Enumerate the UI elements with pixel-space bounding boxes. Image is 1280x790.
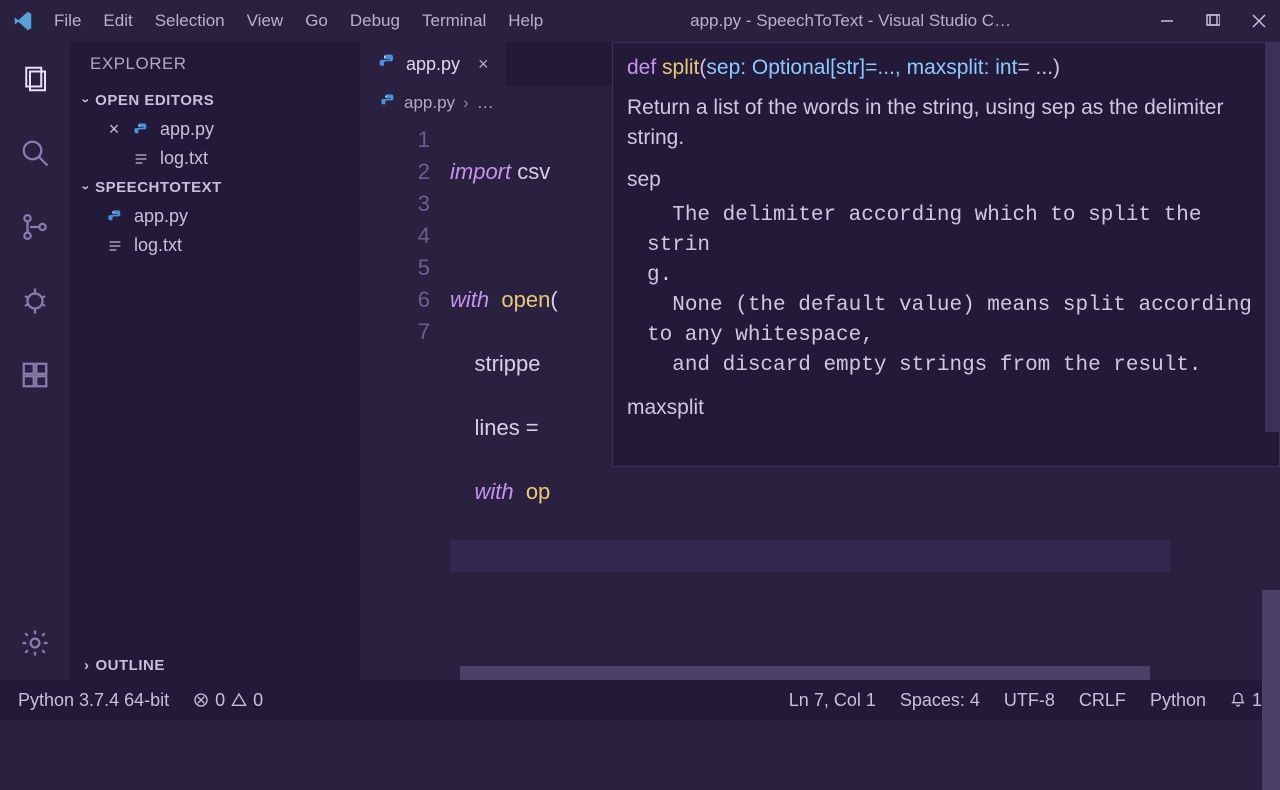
text-file-icon xyxy=(106,237,124,255)
horizontal-scrollbar[interactable] xyxy=(460,666,1150,680)
file-name: app.py xyxy=(160,119,214,140)
outline-header[interactable]: › OUTLINE xyxy=(70,651,360,680)
vscode-logo-icon xyxy=(12,10,34,32)
folder-file-item[interactable]: app.py xyxy=(70,202,360,231)
open-editor-item[interactable]: × app.py xyxy=(70,115,360,144)
tab-label: app.py xyxy=(406,54,460,75)
breadcrumb-rest: … xyxy=(477,93,494,113)
chevron-down-icon: › xyxy=(79,185,95,190)
file-name: app.py xyxy=(134,206,188,227)
menu-file[interactable]: File xyxy=(54,11,81,31)
search-icon[interactable] xyxy=(18,136,52,170)
line-gutter: 1 2 3 4 5 6 7 xyxy=(360,120,450,680)
maximize-icon[interactable] xyxy=(1204,12,1222,30)
file-name: log.txt xyxy=(134,235,182,256)
param-maxsplit: maxsplit xyxy=(627,393,1265,423)
explorer-icon[interactable] xyxy=(18,62,52,96)
settings-gear-icon[interactable] xyxy=(18,626,52,660)
folder-file-item[interactable]: log.txt xyxy=(70,231,360,260)
sidebar-explorer: EXPLORER › OPEN EDITORS × app.py log.txt… xyxy=(70,42,360,680)
python-file-icon xyxy=(378,53,396,76)
signature-help-tooltip: def split(sep: Optional[str]=..., maxspl… xyxy=(612,42,1280,467)
python-file-icon xyxy=(132,121,150,139)
chevron-down-icon: › xyxy=(79,98,95,103)
menu-selection[interactable]: Selection xyxy=(155,11,225,31)
open-editor-item[interactable]: log.txt xyxy=(70,144,360,173)
folder-label: SPEECHTOTEXT xyxy=(95,179,222,196)
status-python-version[interactable]: Python 3.7.4 64-bit xyxy=(18,690,169,711)
param-sep: sep The delimiter according which to spl… xyxy=(627,165,1265,381)
status-eol[interactable]: CRLF xyxy=(1079,690,1126,711)
tab-app-py[interactable]: app.py × xyxy=(360,42,508,86)
menu-edit[interactable]: Edit xyxy=(103,11,132,31)
file-name: log.txt xyxy=(160,148,208,169)
status-cursor[interactable]: Ln 7, Col 1 xyxy=(789,690,876,711)
hover-doc: Return a list of the words in the string… xyxy=(627,93,1265,153)
debug-icon[interactable] xyxy=(18,284,52,318)
outline-label: OUTLINE xyxy=(96,657,165,674)
status-problems[interactable]: 0 0 xyxy=(193,690,263,711)
python-file-icon xyxy=(380,93,396,114)
breadcrumb-file: app.py xyxy=(404,93,455,113)
status-bar: Python 3.7.4 64-bit 0 0 Ln 7, Col 1 Spac… xyxy=(0,680,1280,720)
tab-close-icon[interactable]: × xyxy=(478,54,489,75)
folder-header[interactable]: › SPEECHTOTEXT xyxy=(70,173,360,202)
text-file-icon xyxy=(132,150,150,168)
window-title: app.py - SpeechToText - Visual Studio C… xyxy=(543,11,1158,31)
window-controls xyxy=(1158,12,1268,30)
source-control-icon[interactable] xyxy=(18,210,52,244)
chevron-right-icon: › xyxy=(463,93,469,113)
activity-bar xyxy=(0,42,70,680)
status-encoding[interactable]: UTF-8 xyxy=(1004,690,1055,711)
status-language[interactable]: Python xyxy=(1150,690,1206,711)
extensions-icon[interactable] xyxy=(18,358,52,392)
minimize-icon[interactable] xyxy=(1158,12,1176,30)
open-editors-header[interactable]: › OPEN EDITORS xyxy=(70,86,360,115)
tooltip-scrollbar[interactable] xyxy=(1265,43,1279,432)
chevron-right-icon: › xyxy=(84,657,90,674)
sidebar-title: EXPLORER xyxy=(70,42,360,86)
python-file-icon xyxy=(106,208,124,226)
close-editor-icon[interactable]: × xyxy=(106,119,122,140)
vertical-scrollbar[interactable] xyxy=(1262,590,1280,790)
close-icon[interactable] xyxy=(1250,12,1268,30)
menu-view[interactable]: View xyxy=(247,11,284,31)
title-bar: File Edit Selection View Go Debug Termin… xyxy=(0,0,1280,42)
status-notifications[interactable]: 1 xyxy=(1230,690,1262,711)
menu-terminal[interactable]: Terminal xyxy=(422,11,486,31)
menu-bar: File Edit Selection View Go Debug Termin… xyxy=(54,11,543,31)
status-spaces[interactable]: Spaces: 4 xyxy=(900,690,980,711)
menu-debug[interactable]: Debug xyxy=(350,11,400,31)
menu-help[interactable]: Help xyxy=(508,11,543,31)
open-editors-label: OPEN EDITORS xyxy=(95,92,214,109)
signature-line: def split(sep: Optional[str]=..., maxspl… xyxy=(627,53,1265,83)
menu-go[interactable]: Go xyxy=(305,11,328,31)
